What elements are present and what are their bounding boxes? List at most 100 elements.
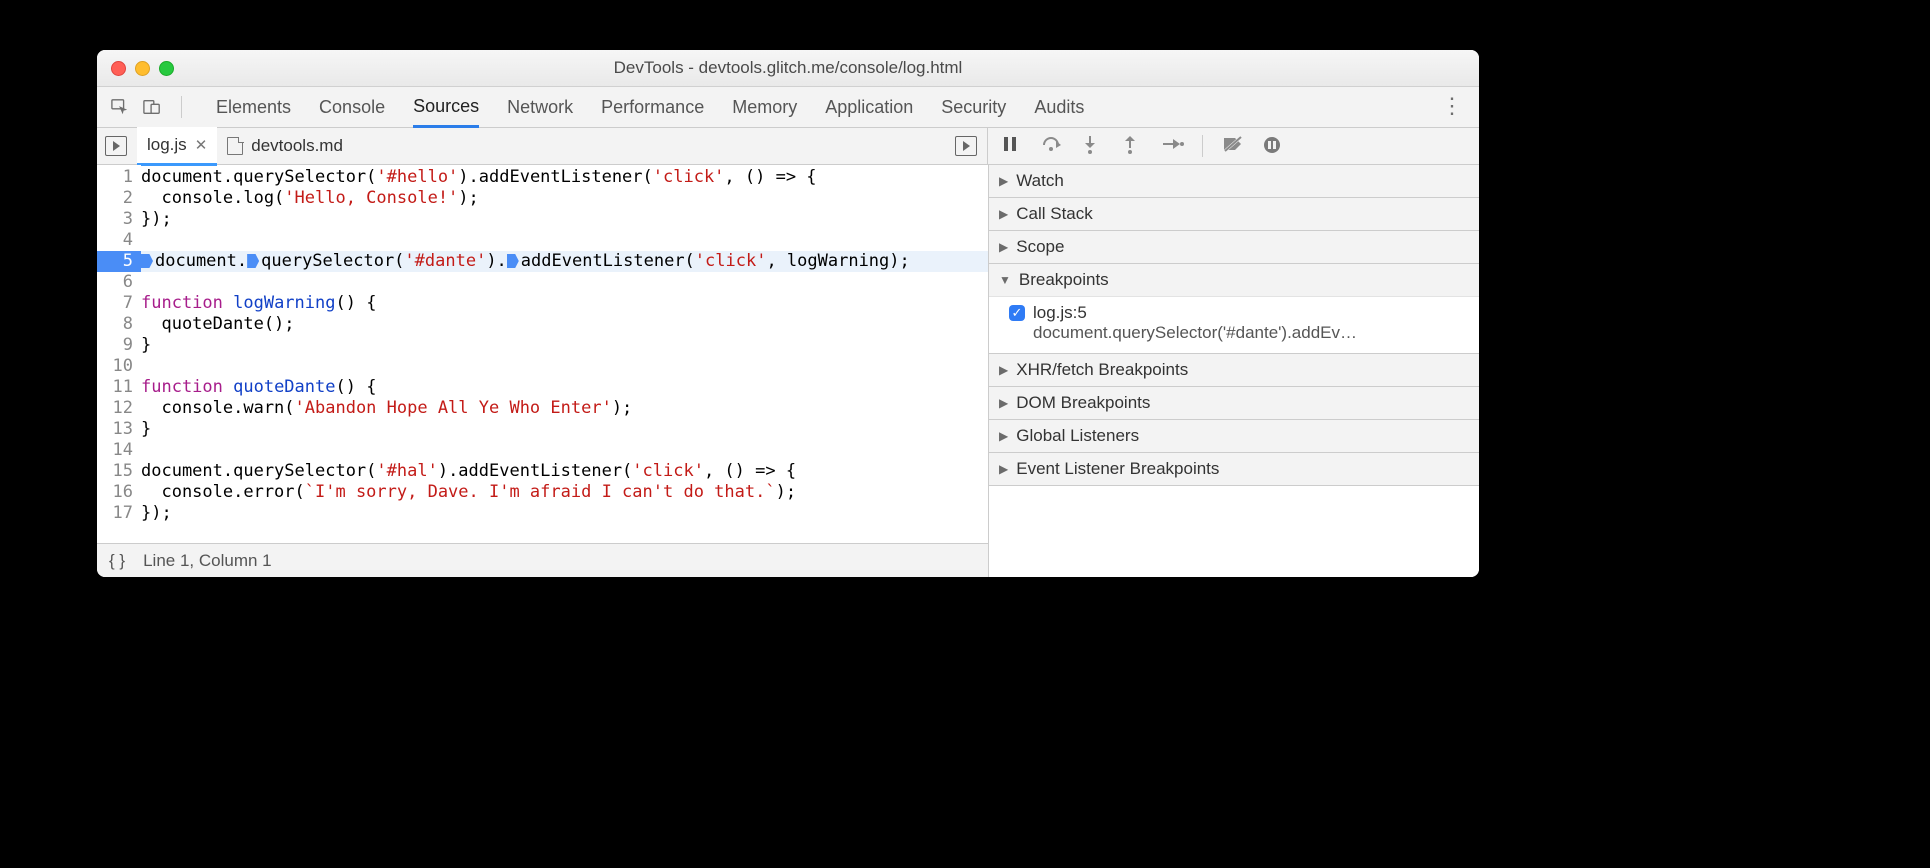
- open-file-tab[interactable]: devtools.md: [217, 128, 353, 164]
- line-number[interactable]: 17: [105, 503, 133, 524]
- line-number[interactable]: 4: [105, 230, 133, 251]
- sidebar-section-header[interactable]: ▶Call Stack: [989, 198, 1479, 230]
- source-code[interactable]: document.querySelector('#hello').addEven…: [141, 165, 988, 543]
- sidebar-section-title: Breakpoints: [1019, 270, 1109, 290]
- sidebar-section-header[interactable]: ▶ Watch: [989, 165, 1479, 197]
- line-number[interactable]: 16: [105, 482, 133, 503]
- code-line: console.warn('Abandon Hope All Ye Who En…: [141, 398, 988, 419]
- disclosure-triangle-icon: ▶: [999, 240, 1008, 254]
- panel-tab-sources[interactable]: Sources: [413, 87, 479, 128]
- sidebar-section: ▶XHR/fetch Breakpoints: [989, 354, 1479, 387]
- window-close-button[interactable]: [111, 61, 126, 76]
- code-line: });: [141, 209, 988, 230]
- panel-tab-memory[interactable]: Memory: [732, 87, 797, 127]
- device-toolbar-icon[interactable]: [143, 98, 161, 116]
- call-frame-marker-icon: [247, 254, 259, 268]
- code-line: document.querySelector('#dante').addEven…: [141, 251, 988, 272]
- code-line: function quoteDante() {: [141, 377, 988, 398]
- line-number[interactable]: 11: [105, 377, 133, 398]
- panel-tab-elements[interactable]: Elements: [216, 87, 291, 127]
- line-number[interactable]: 6: [105, 272, 133, 293]
- sidebar-section-header[interactable]: ▼ Breakpoints: [989, 264, 1479, 296]
- sidebar-section-title: Call Stack: [1016, 204, 1093, 224]
- code-line: function logWarning() {: [141, 293, 988, 314]
- step-icon[interactable]: [1162, 136, 1182, 156]
- source-editor[interactable]: 1234567891011121314151617 document.query…: [97, 165, 989, 577]
- editor-statusbar: { } Line 1, Column 1: [97, 543, 988, 577]
- call-frame-marker-icon: [507, 254, 519, 268]
- line-number[interactable]: 5: [97, 251, 141, 272]
- line-number-gutter[interactable]: 1234567891011121314151617: [97, 165, 141, 543]
- line-number[interactable]: 15: [105, 461, 133, 482]
- titlebar: DevTools - devtools.glitch.me/console/lo…: [97, 50, 1479, 87]
- pause-icon[interactable]: [1002, 136, 1022, 156]
- pause-on-exceptions-icon[interactable]: [1263, 136, 1283, 156]
- sources-toolbar: log.js ✕ devtools.md: [97, 128, 1479, 165]
- panel-tab-application[interactable]: Application: [825, 87, 913, 127]
- devtools-window: DevTools - devtools.glitch.me/console/lo…: [97, 50, 1479, 577]
- line-number[interactable]: 9: [105, 335, 133, 356]
- traffic-lights: [111, 61, 174, 76]
- step-out-icon[interactable]: [1122, 136, 1142, 156]
- deactivate-breakpoints-icon[interactable]: [1223, 136, 1243, 156]
- sidebar-section: ▼ Breakpoints ✓log.js:5document.querySelec…: [989, 264, 1479, 354]
- open-file-tab-active[interactable]: log.js ✕: [137, 127, 217, 166]
- sidebar-section: ▶Call Stack: [989, 198, 1479, 231]
- sidebar-section-header[interactable]: ▶ Global Listeners: [989, 420, 1479, 452]
- line-number[interactable]: 1: [105, 167, 133, 188]
- navigator-toggle-icon[interactable]: [105, 136, 127, 156]
- line-number[interactable]: 3: [105, 209, 133, 230]
- disclosure-triangle-icon: ▶: [999, 429, 1008, 443]
- code-line: });: [141, 503, 988, 524]
- line-number[interactable]: 7: [105, 293, 133, 314]
- line-number[interactable]: 13: [105, 419, 133, 440]
- inspect-element-icon[interactable]: [111, 98, 129, 116]
- sidebar-section-header[interactable]: ▶ Scope: [989, 231, 1479, 263]
- sidebar-section: ▶Event Listener Breakpoints: [989, 453, 1479, 486]
- panel-tab-network[interactable]: Network: [507, 87, 573, 127]
- debugger-controls: [988, 128, 1479, 164]
- line-number[interactable]: 14: [105, 440, 133, 461]
- code-line: document.querySelector('#hal').addEventL…: [141, 461, 988, 482]
- code-line: quoteDante();: [141, 314, 988, 335]
- pretty-print-icon[interactable]: { }: [109, 551, 125, 571]
- more-options-icon[interactable]: ⋮: [1441, 93, 1465, 118]
- code-line: }: [141, 419, 988, 440]
- code-line: console.error(`I'm sorry, Dave. I'm afra…: [141, 482, 988, 503]
- line-number[interactable]: 10: [105, 356, 133, 377]
- code-line: [141, 272, 988, 293]
- line-number[interactable]: 12: [105, 398, 133, 419]
- debugger-sidebar: ▶Watch▶Call Stack▶Scope▼Breakpoints✓log.…: [989, 165, 1479, 577]
- line-number[interactable]: 8: [105, 314, 133, 335]
- window-minimize-button[interactable]: [135, 61, 150, 76]
- panel-tab-security[interactable]: Security: [941, 87, 1006, 127]
- disclosure-triangle-icon: ▼: [999, 273, 1011, 287]
- sidebar-section-title: Event Listener Breakpoints: [1016, 459, 1219, 479]
- breakpoint-snippet: document.querySelector('#dante').addEv…: [1009, 323, 1469, 343]
- sidebar-section-title: Global Listeners: [1016, 426, 1139, 446]
- devtools-tabbar: Elements Console Sources Network Performance…: [97, 87, 1479, 128]
- step-into-icon[interactable]: [1082, 136, 1102, 156]
- disclosure-triangle-icon: ▶: [999, 174, 1008, 188]
- sidebar-section: ▶ Watch: [989, 165, 1479, 198]
- sidebar-section-title: Scope: [1016, 237, 1064, 257]
- step-over-icon[interactable]: [1042, 136, 1062, 156]
- sidebar-section: ▶DOM Breakpoints: [989, 387, 1479, 420]
- panel-tab-audits[interactable]: Audits: [1034, 87, 1084, 127]
- sidebar-section-title: DOM Breakpoints: [1016, 393, 1150, 413]
- close-tab-icon[interactable]: ✕: [195, 136, 208, 154]
- window-zoom-button[interactable]: [159, 61, 174, 76]
- sidebar-section-header[interactable]: ▶XHR/fetch Breakpoints: [989, 354, 1479, 386]
- line-number[interactable]: 2: [105, 188, 133, 209]
- separator: [1202, 135, 1203, 157]
- cursor-position: Line 1, Column 1: [143, 551, 272, 571]
- code-line: console.log('Hello, Console!');: [141, 188, 988, 209]
- panel-tab-performance[interactable]: Performance: [601, 87, 704, 127]
- sidebar-section-header[interactable]: ▶Event Listener Breakpoints: [989, 453, 1479, 485]
- run-snippet-icon[interactable]: [955, 136, 977, 156]
- panel-tab-console[interactable]: Console: [319, 87, 385, 127]
- sidebar-section-header[interactable]: ▶DOM Breakpoints: [989, 387, 1479, 419]
- sidebar-section-title: Watch: [1016, 171, 1064, 191]
- breakpoint-item[interactable]: ✓log.js:5: [1009, 303, 1469, 323]
- breakpoint-checkbox[interactable]: ✓: [1009, 305, 1025, 321]
